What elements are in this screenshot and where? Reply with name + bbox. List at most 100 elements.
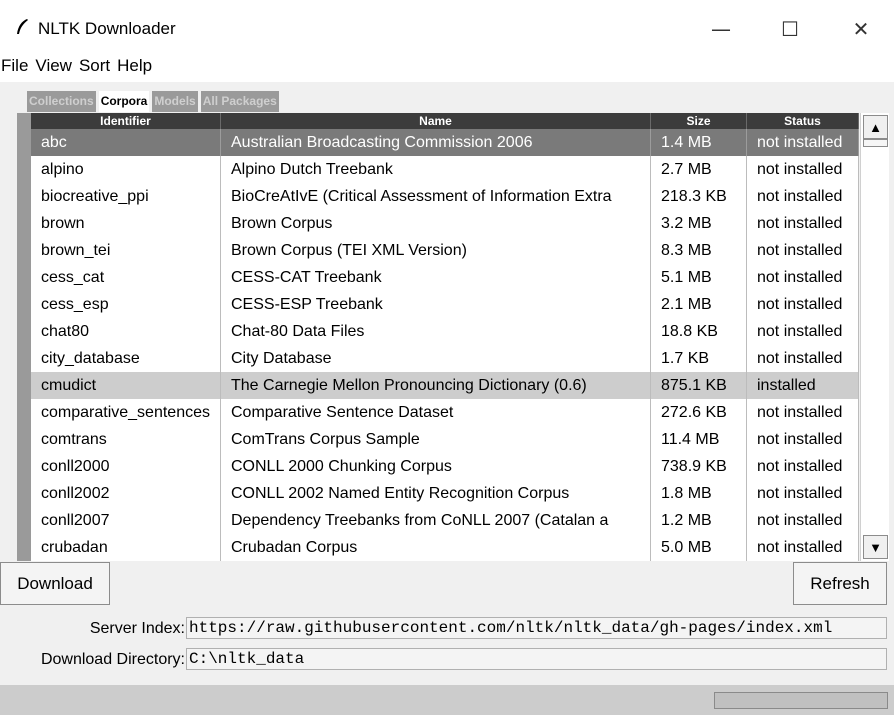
cell-name: CONLL 2002 Named Entity Recognition Corp… bbox=[221, 480, 651, 507]
cell-size: 1.8 MB bbox=[651, 480, 747, 507]
cell-identifier: brown bbox=[31, 210, 221, 237]
cell-size: 1.2 MB bbox=[651, 507, 747, 534]
table-row[interactable]: cess_cat CESS-CAT Treebank 5.1 MB not insta… bbox=[31, 264, 859, 291]
table-row[interactable]: brown Brown Corpus 3.2 MB not installed bbox=[31, 210, 859, 237]
cell-identifier: cess_cat bbox=[31, 264, 221, 291]
cell-size: 218.3 KB bbox=[651, 183, 747, 210]
cell-name: Alpino Dutch Treebank bbox=[221, 156, 651, 183]
cell-name: CESS-CAT Treebank bbox=[221, 264, 651, 291]
cell-size: 272.6 KB bbox=[651, 399, 747, 426]
column-header-identifier[interactable]: Identifier bbox=[31, 113, 221, 129]
cell-name: Australian Broadcasting Commission 2006 bbox=[221, 129, 651, 156]
download-directory-field[interactable]: C:\nltk_data bbox=[186, 648, 887, 670]
package-table: Identifier Name Size Status abc Australia… bbox=[17, 113, 859, 561]
table-row[interactable]: chat80 Chat-80 Data Files 18.8 KB not insta… bbox=[31, 318, 859, 345]
cell-status: not installed bbox=[747, 426, 859, 453]
cell-status: not installed bbox=[747, 453, 859, 480]
menu-sort[interactable]: Sort bbox=[79, 56, 110, 76]
cell-size: 1.7 KB bbox=[651, 345, 747, 372]
cell-identifier: comtrans bbox=[31, 426, 221, 453]
maximize-button[interactable]: ☐ bbox=[767, 8, 813, 50]
cell-status: not installed bbox=[747, 264, 859, 291]
cell-size: 875.1 KB bbox=[651, 372, 747, 399]
cell-status: not installed bbox=[747, 480, 859, 507]
menu-view[interactable]: View bbox=[35, 56, 72, 76]
table-row[interactable]: cmudict The Carnegie Mellon Pronouncing D… bbox=[31, 372, 859, 399]
column-header-name[interactable]: Name bbox=[221, 113, 651, 129]
window-title: NLTK Downloader bbox=[38, 19, 176, 38]
cell-size: 11.4 MB bbox=[651, 426, 747, 453]
cell-identifier: cess_esp bbox=[31, 291, 221, 318]
table-row[interactable]: city_database City Database 1.7 KB not inst… bbox=[31, 345, 859, 372]
column-header-size[interactable]: Size bbox=[651, 113, 747, 129]
cell-identifier: crubadan bbox=[31, 534, 221, 561]
cell-identifier: conll2002 bbox=[31, 480, 221, 507]
progress-bar bbox=[714, 692, 888, 709]
cell-name: CONLL 2000 Chunking Corpus bbox=[221, 453, 651, 480]
table-row[interactable]: brown_tei Brown Corpus (TEI XML Version) 8… bbox=[31, 237, 859, 264]
feather-icon bbox=[17, 19, 28, 34]
cell-identifier: brown_tei bbox=[31, 237, 221, 264]
cell-status: not installed bbox=[747, 345, 859, 372]
scroll-down-button[interactable]: ▼ bbox=[863, 535, 888, 559]
tab-models[interactable]: Models bbox=[152, 91, 198, 112]
table-header: Identifier Name Size Status bbox=[31, 113, 859, 129]
cell-size: 5.1 MB bbox=[651, 264, 747, 291]
cell-identifier: chat80 bbox=[31, 318, 221, 345]
cell-status: not installed bbox=[747, 318, 859, 345]
cell-name: Dependency Treebanks from CoNLL 2007 (Ca… bbox=[221, 507, 651, 534]
row-gutter bbox=[17, 113, 31, 561]
table-row[interactable]: conll2002 CONLL 2002 Named Entity Recogni… bbox=[31, 480, 859, 507]
package-tabs: Collections Corpora Models All Packages bbox=[27, 91, 282, 112]
minimize-button[interactable]: — bbox=[698, 8, 744, 50]
menu-bar: File View Sort Help bbox=[0, 50, 894, 82]
cell-identifier: comparative_sentences bbox=[31, 399, 221, 426]
cell-status: not installed bbox=[747, 291, 859, 318]
cell-name: ComTrans Corpus Sample bbox=[221, 426, 651, 453]
column-header-status[interactable]: Status bbox=[747, 113, 859, 129]
cell-status: not installed bbox=[747, 534, 859, 561]
table-row[interactable]: cess_esp CESS-ESP Treebank 2.1 MB not insta… bbox=[31, 291, 859, 318]
cell-size: 8.3 MB bbox=[651, 237, 747, 264]
cell-identifier: conll2000 bbox=[31, 453, 221, 480]
cell-identifier: biocreative_ppi bbox=[31, 183, 221, 210]
cell-name: Comparative Sentence Dataset bbox=[221, 399, 651, 426]
cell-size: 5.0 MB bbox=[651, 534, 747, 561]
cell-size: 18.8 KB bbox=[651, 318, 747, 345]
cell-name: Chat-80 Data Files bbox=[221, 318, 651, 345]
refresh-button[interactable]: Refresh bbox=[793, 562, 887, 605]
cell-name: Brown Corpus bbox=[221, 210, 651, 237]
table-row[interactable]: abc Australian Broadcasting Commission 20… bbox=[31, 129, 859, 156]
cell-name: BioCreAtIvE (Critical Assessment of Info… bbox=[221, 183, 651, 210]
table-row[interactable]: conll2007 Dependency Treebanks from CoNLL… bbox=[31, 507, 859, 534]
title-bar: NLTK Downloader — ☐ ✕ bbox=[0, 0, 894, 50]
cell-name: Brown Corpus (TEI XML Version) bbox=[221, 237, 651, 264]
tab-all-packages[interactable]: All Packages bbox=[200, 91, 279, 112]
cell-status: not installed bbox=[747, 237, 859, 264]
table-row[interactable]: conll2000 CONLL 2000 Chunking Corpus 738.9… bbox=[31, 453, 859, 480]
download-button[interactable]: Download bbox=[0, 562, 110, 605]
tab-collections[interactable]: Collections bbox=[27, 91, 96, 112]
cell-identifier: alpino bbox=[31, 156, 221, 183]
tab-corpora[interactable]: Corpora bbox=[98, 91, 150, 112]
download-directory-label: Download Directory: bbox=[40, 651, 185, 668]
cell-status: not installed bbox=[747, 507, 859, 534]
menu-help[interactable]: Help bbox=[117, 56, 152, 76]
scroll-up-button[interactable]: ▲ bbox=[863, 115, 888, 139]
table-row[interactable]: crubadan Crubadan Corpus 5.0 MB not install… bbox=[31, 534, 859, 561]
cell-status: not installed bbox=[747, 129, 859, 156]
table-row[interactable]: biocreative_ppi BioCreAtIvE (Critical Ass… bbox=[31, 183, 859, 210]
table-scrollbar[interactable]: ▲ ▼ bbox=[860, 113, 889, 561]
scroll-thumb[interactable] bbox=[863, 139, 888, 147]
server-index-field[interactable]: https://raw.githubusercontent.com/nltk/n… bbox=[186, 617, 887, 639]
table-row[interactable]: comparative_sentences Comparative Sentenc… bbox=[31, 399, 859, 426]
cell-identifier: cmudict bbox=[31, 372, 221, 399]
close-button[interactable]: ✕ bbox=[838, 8, 884, 50]
server-index-label: Server Index: bbox=[89, 620, 185, 637]
cell-name: Crubadan Corpus bbox=[221, 534, 651, 561]
menu-file[interactable]: File bbox=[1, 56, 28, 76]
table-row[interactable]: comtrans ComTrans Corpus Sample 11.4 MB not… bbox=[31, 426, 859, 453]
cell-status: not installed bbox=[747, 183, 859, 210]
cell-size: 3.2 MB bbox=[651, 210, 747, 237]
table-row[interactable]: alpino Alpino Dutch Treebank 2.7 MB not ins… bbox=[31, 156, 859, 183]
